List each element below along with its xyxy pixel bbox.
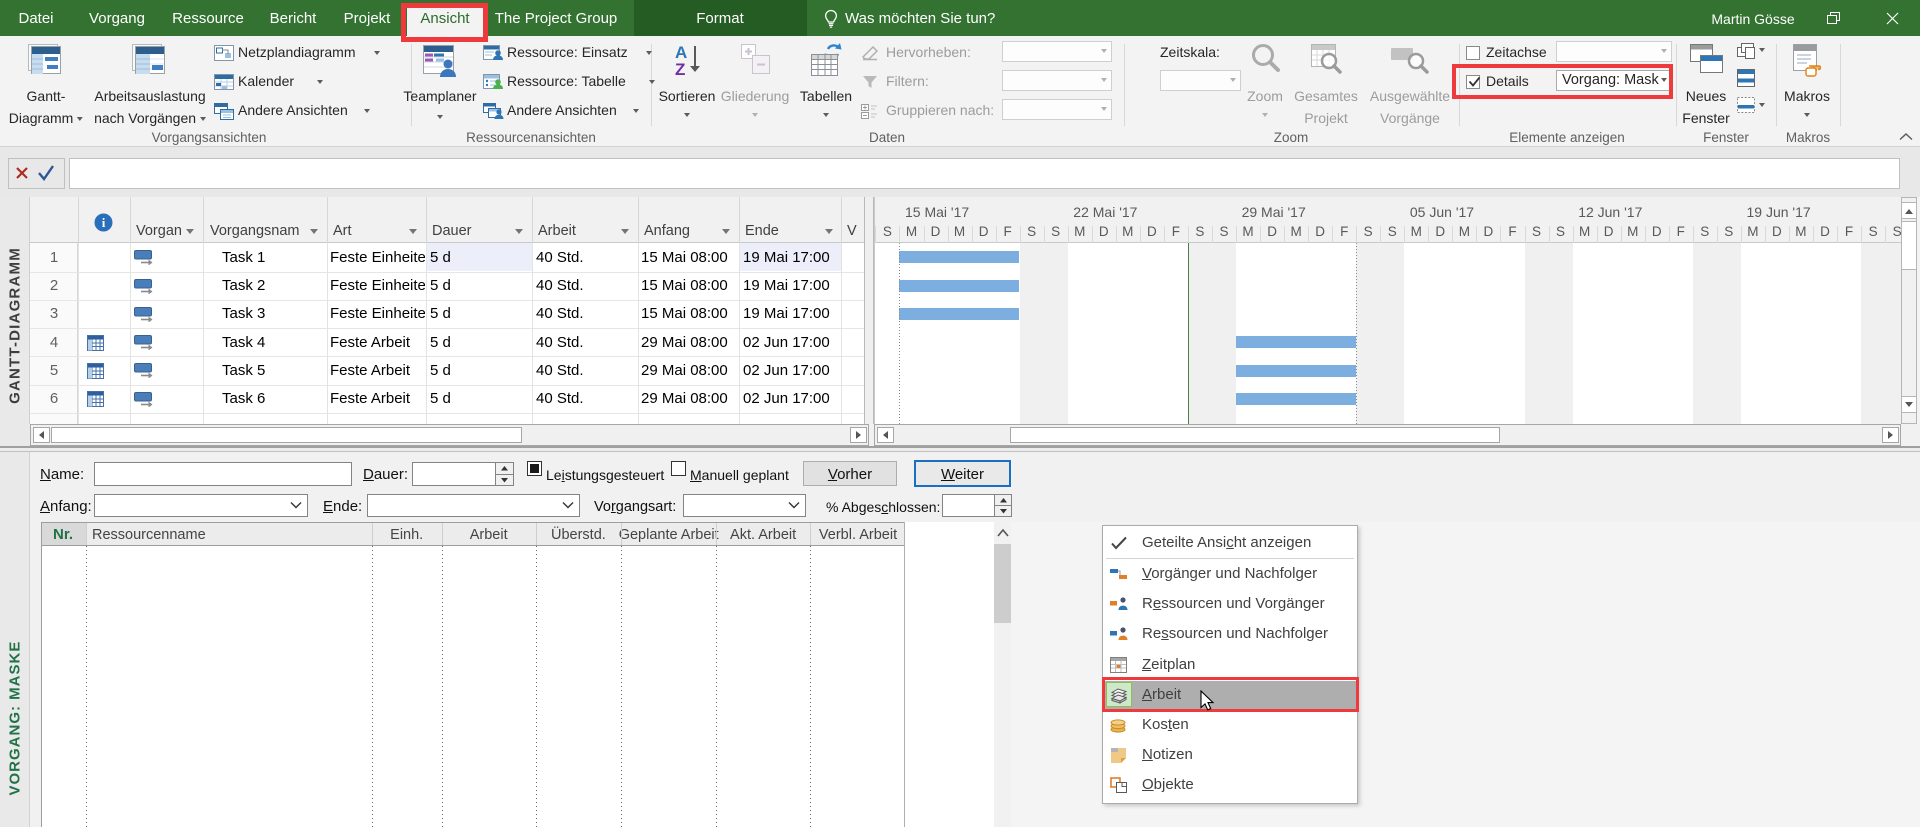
svg-text:i: i bbox=[102, 215, 106, 230]
svg-text:Z: Z bbox=[675, 60, 685, 79]
